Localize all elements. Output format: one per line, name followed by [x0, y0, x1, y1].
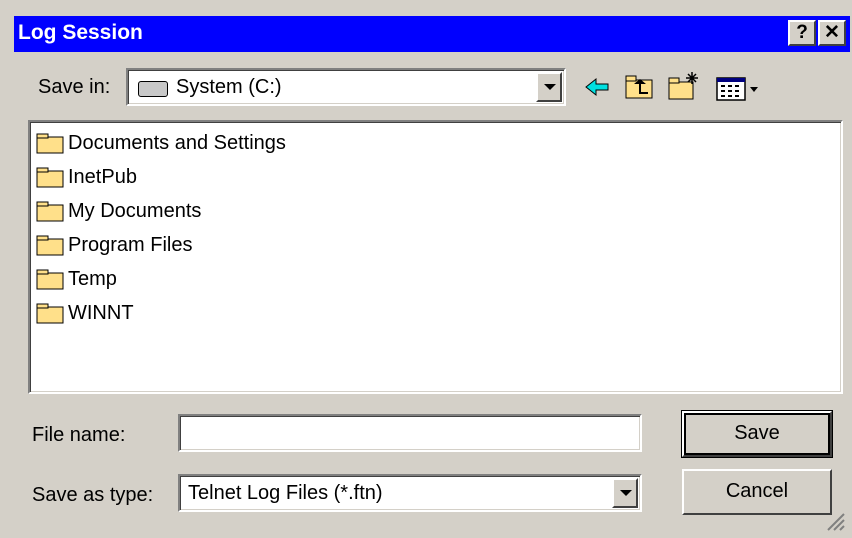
drive-icon: [138, 81, 168, 97]
list-item[interactable]: My Documents: [36, 196, 201, 226]
folder-icon: [36, 234, 64, 256]
close-icon: ✕: [824, 22, 840, 43]
folder-icon: [36, 268, 64, 290]
folder-label: Program Files: [68, 233, 193, 256]
list-item[interactable]: Temp: [36, 264, 117, 294]
folder-icon: [36, 166, 64, 188]
save-button[interactable]: Save: [682, 411, 832, 457]
view-menu-icon[interactable]: [714, 70, 764, 104]
list-item[interactable]: InetPub: [36, 162, 137, 192]
cancel-button-label: Cancel: [725, 480, 789, 502]
help-button[interactable]: ?: [788, 20, 816, 46]
cancel-button[interactable]: Cancel: [682, 469, 832, 515]
folder-icon: [36, 132, 64, 154]
save-button-label: Save: [734, 422, 780, 444]
folder-list[interactable]: Documents and Settings InetPub My Docume…: [28, 120, 843, 394]
resize-grip-icon[interactable]: [824, 510, 846, 532]
save-as-type-dropdown-arrow[interactable]: [612, 478, 638, 508]
help-icon: ?: [796, 22, 808, 43]
list-item[interactable]: Documents and Settings: [36, 128, 286, 158]
list-item[interactable]: WINNT: [36, 298, 134, 328]
save-in-label: Save in:: [38, 76, 111, 98]
up-one-level-icon[interactable]: [622, 70, 656, 104]
save-in-dropdown-arrow[interactable]: [536, 72, 562, 102]
window-title: Log Session: [18, 21, 143, 44]
folder-label: WINNT: [68, 301, 134, 324]
folder-label: My Documents: [68, 199, 202, 222]
save-in-value: System (C:): [176, 76, 282, 98]
list-item[interactable]: Program Files: [36, 230, 192, 260]
save-as-type-label: Save as type:: [32, 484, 154, 506]
file-name-label: File name:: [32, 424, 126, 446]
folder-label: Documents and Settings: [68, 131, 286, 154]
folder-icon: [36, 302, 64, 324]
save-as-type-dropdown[interactable]: Telnet Log Files (*.ftn): [178, 474, 642, 512]
close-button[interactable]: ✕: [818, 20, 846, 46]
back-arrow-icon[interactable]: [580, 70, 614, 104]
log-session-dialog: Log Session ? ✕ Save in: System (C:) Doc…: [0, 0, 852, 536]
file-name-field[interactable]: [178, 414, 642, 452]
folder-label: Temp: [68, 267, 117, 290]
create-new-folder-icon[interactable]: [666, 70, 700, 104]
save-as-type-value: Telnet Log Files (*.ftn): [188, 482, 383, 504]
folder-icon: [36, 200, 64, 222]
save-in-dropdown[interactable]: System (C:): [126, 68, 566, 106]
folder-label: InetPub: [68, 165, 137, 188]
title-bar[interactable]: Log Session ? ✕: [14, 16, 850, 52]
